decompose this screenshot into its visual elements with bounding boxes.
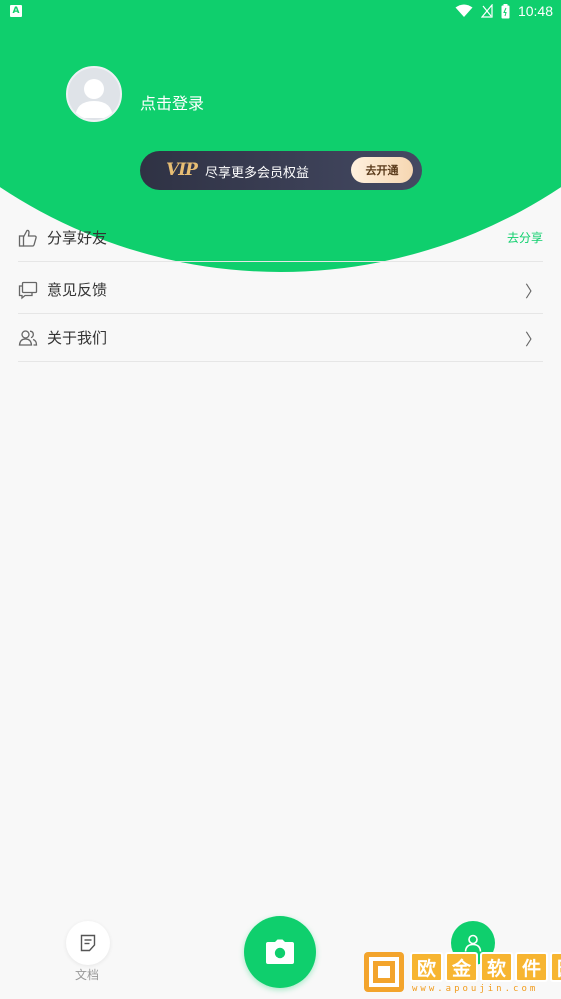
vip-activate-button[interactable]: 去开通 <box>351 157 413 183</box>
vip-banner[interactable]: VIP 尽享更多会员权益 去开通 <box>140 151 422 190</box>
avatar[interactable] <box>66 66 122 122</box>
watermark-url: www.apoujin.com <box>412 984 539 994</box>
menu-item-feedback[interactable]: 意见反馈 〉 <box>18 266 543 314</box>
thumbs-up-icon <box>18 228 38 248</box>
watermark-char: 金 <box>445 952 478 982</box>
menu-item-about[interactable]: 关于我们 〉 <box>18 314 543 362</box>
app-notification-icon: A <box>10 5 22 17</box>
tab-documents-label: 文档 <box>75 968 100 982</box>
clock: 10:48 <box>517 3 553 19</box>
chevron-right-icon: 〉 <box>524 329 541 349</box>
login-link[interactable]: 点击登录 <box>140 90 204 114</box>
status-bar-right: 10:48 <box>455 3 553 19</box>
wifi-icon <box>455 4 473 17</box>
menu-item-label: 分享好友 <box>47 229 108 247</box>
watermark-char: 件 <box>515 952 548 982</box>
watermark-logo <box>364 952 404 992</box>
watermark-char: 园 <box>550 952 561 982</box>
vip-tagline: 尽享更多会员权益 <box>205 166 310 181</box>
signal-icon <box>480 4 493 18</box>
menu-item-label: 关于我们 <box>47 329 108 347</box>
menu-item-share[interactable]: 分享好友 去分享 <box>18 214 543 262</box>
watermark-char: 软 <box>480 952 513 982</box>
chevron-right-icon: 〉 <box>524 281 541 301</box>
users-icon <box>18 328 38 348</box>
watermark: 欧 金 软 件 园 www.apoujin.com <box>360 948 561 999</box>
profile-screen: A 10:48 点击登录 VIP 尽享更多会员权益 去开通 分享好友 去分享 意… <box>0 0 561 999</box>
camera-icon <box>266 939 294 964</box>
battery-icon <box>501 3 510 18</box>
menu-item-label: 意见反馈 <box>47 281 108 299</box>
share-action-link[interactable]: 去分享 <box>507 229 543 246</box>
tab-documents[interactable] <box>66 921 110 965</box>
default-avatar-icon <box>75 79 113 118</box>
watermark-char: 欧 <box>410 952 443 982</box>
vip-logo: VIP <box>166 160 198 180</box>
watermark-text: 欧 金 软 件 园 <box>410 952 561 982</box>
document-icon <box>80 934 96 952</box>
chat-icon <box>18 280 38 300</box>
camera-button[interactable] <box>244 916 316 988</box>
status-bar: A 10:48 <box>0 0 561 24</box>
